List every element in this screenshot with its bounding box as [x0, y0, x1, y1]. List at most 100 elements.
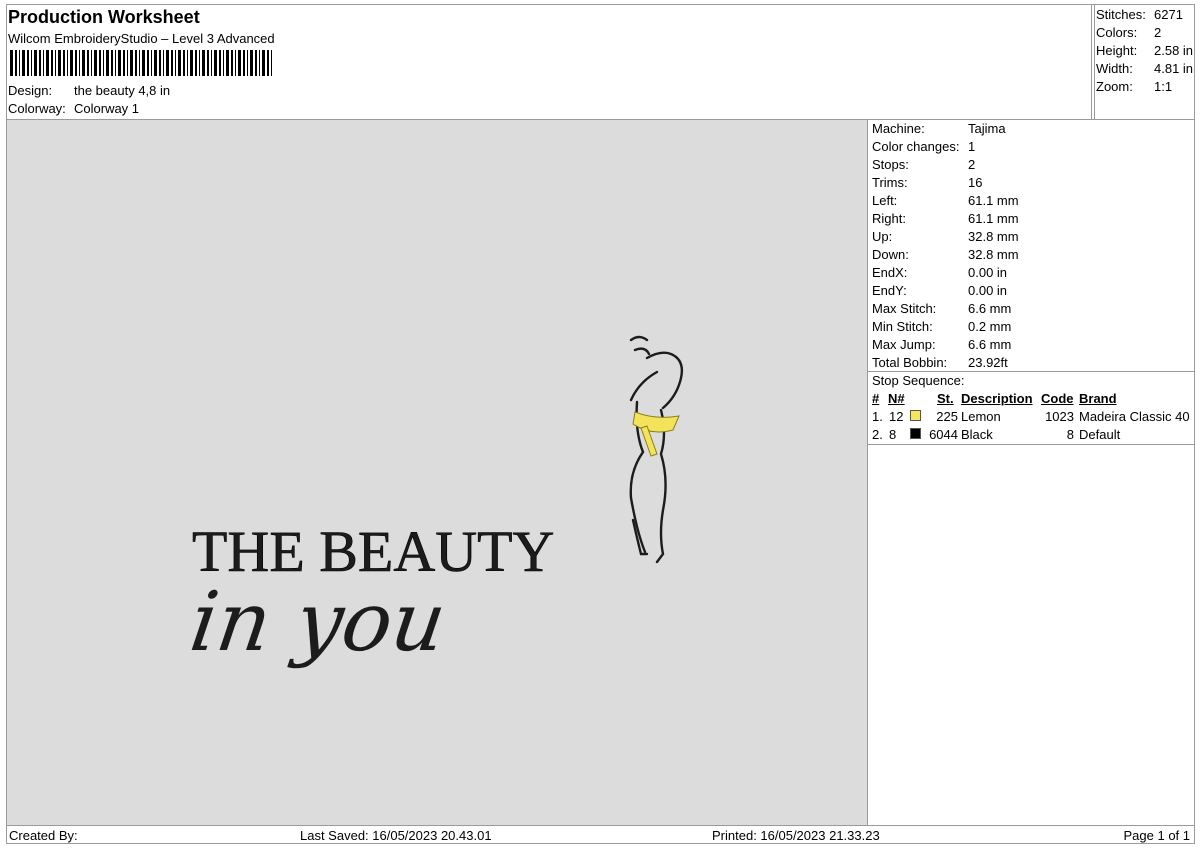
row-description: Lemon	[961, 409, 1001, 424]
column-header: St.	[937, 391, 954, 406]
barcode-bar	[10, 50, 13, 76]
barcode-bar	[243, 50, 245, 76]
software-subtitle: Wilcom EmbroideryStudio – Level 3 Advanc…	[8, 31, 275, 46]
stat-row: Down: 32.8 mm	[872, 247, 1019, 262]
stat-row: Max Jump: 6.6 mm	[872, 337, 1011, 352]
summary-row: Height: 2.58 in	[1096, 43, 1193, 58]
stat-row: EndY: 0.00 in	[872, 283, 1007, 298]
barcode-bar	[199, 50, 200, 76]
summary-value: 6271	[1154, 7, 1183, 22]
stat-row: Total Bobbin: 23.92ft	[872, 355, 1008, 370]
stat-label: Trims:	[872, 175, 908, 190]
barcode-bar	[250, 50, 253, 76]
barcode-bar	[187, 50, 188, 76]
summary-row: Zoom: 1:1	[1096, 79, 1172, 94]
summary-row: Width: 4.81 in	[1096, 61, 1193, 76]
machine-stats-panel: Machine: Tajima Color changes: 1 Stops: 2 T…	[867, 119, 1195, 826]
column-header: #	[872, 391, 880, 406]
stat-label: Left:	[872, 193, 898, 208]
stat-value: 0.00 in	[968, 283, 1008, 298]
row-needle: 12	[889, 409, 904, 424]
barcode-bar	[82, 50, 85, 76]
row-index: 2.	[872, 427, 883, 442]
printed-date: Printed: 16/05/2023 21.33.23	[712, 828, 880, 843]
barcode-bar	[94, 50, 97, 76]
barcode-bar	[87, 50, 89, 76]
barcode-bar	[271, 50, 272, 76]
barcode-bar	[127, 50, 128, 76]
barcode-bar	[231, 50, 233, 76]
stat-value: 32.8 mm	[968, 229, 1019, 244]
created-by: Created By:	[9, 828, 78, 843]
barcode-bar	[154, 50, 157, 76]
barcode-bar	[166, 50, 169, 76]
stat-value: 0.00 in	[968, 265, 1008, 280]
stat-value: 61.1 mm	[968, 211, 1019, 226]
barcode-bar	[235, 50, 236, 76]
measuring-tape-icon	[632, 411, 680, 457]
stat-value: 6.6 mm	[968, 337, 1012, 352]
design-text-in-you: in you	[185, 575, 452, 670]
barcode-bar	[46, 50, 49, 76]
summary-label: Colors:	[1096, 25, 1138, 40]
barcode-bar	[22, 50, 25, 76]
barcode-bar	[55, 50, 56, 76]
barcode-bar	[163, 50, 164, 76]
column-header: Code	[1041, 391, 1074, 406]
row-code: 1023	[1045, 409, 1074, 424]
barcode-bar	[151, 50, 152, 76]
stat-value: 1	[968, 139, 976, 154]
stat-value: 16	[968, 175, 983, 190]
summary-label: Width:	[1096, 61, 1133, 76]
barcode-bar	[115, 50, 116, 76]
row-needle: 8	[889, 427, 897, 442]
barcode-bar	[43, 50, 44, 76]
row-brand: Default	[1079, 427, 1121, 442]
barcode-bar	[70, 50, 73, 76]
stop-sequence-title: Stop Sequence:	[872, 373, 965, 388]
barcode-bar	[106, 50, 109, 76]
row-brand: Madeira Classic 40	[1079, 409, 1190, 424]
stat-row: Machine: Tajima	[872, 121, 1006, 136]
stat-value: Tajima	[968, 121, 1006, 136]
stat-row: Left: 61.1 mm	[872, 193, 1019, 208]
barcode-bar	[207, 50, 209, 76]
stat-label: Down:	[872, 247, 909, 262]
worksheet-footer: Created By: Last Saved: 16/05/2023 20.43…	[6, 825, 1195, 844]
barcode-bar	[247, 50, 248, 76]
woman-figure-icon	[629, 335, 684, 564]
barcode-bar	[238, 50, 241, 76]
barcode-bar	[267, 50, 269, 76]
barcode-bar	[79, 50, 80, 76]
barcode-bar	[202, 50, 205, 76]
barcode-bar	[67, 50, 68, 76]
stat-row: Up: 32.8 mm	[872, 229, 1019, 244]
barcode-bar	[39, 50, 41, 76]
summary-label: Zoom:	[1096, 79, 1133, 94]
stat-label: EndY:	[872, 283, 907, 298]
barcode-bar	[103, 50, 104, 76]
design-preview-canvas: THE BEAUTY in you	[6, 119, 868, 826]
barcode-bar	[142, 50, 145, 76]
barcode-bar	[91, 50, 92, 76]
stat-label: Color changes:	[872, 139, 960, 154]
stat-label: Total Bobbin:	[872, 355, 948, 370]
row-stitches: 6044	[929, 427, 958, 442]
barcode-bar	[226, 50, 229, 76]
stat-row: Max Stitch: 6.6 mm	[872, 301, 1011, 316]
stat-label: Up:	[872, 229, 893, 244]
summary-value: 2	[1154, 25, 1162, 40]
stat-value: 6.6 mm	[968, 301, 1012, 316]
column-header: N#	[888, 391, 905, 406]
barcode-bar	[111, 50, 113, 76]
embroidery-design-image: THE BEAUTY in you	[185, 335, 684, 670]
barcode-bar	[58, 50, 61, 76]
stat-label: Stops:	[872, 157, 909, 172]
section-divider	[868, 444, 1194, 445]
stat-row: Min Stitch: 0.2 mm	[872, 319, 1011, 334]
barcode-bar	[183, 50, 185, 76]
summary-label: Stitches:	[1096, 7, 1146, 22]
summary-value: 1:1	[1154, 79, 1173, 94]
colorway-value: Colorway 1	[74, 101, 140, 116]
barcode-bar	[211, 50, 212, 76]
